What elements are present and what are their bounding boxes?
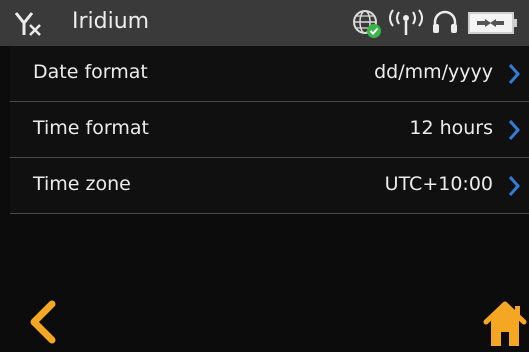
time-format-label: Time format — [33, 117, 149, 139]
signal-no-service-icon — [14, 12, 41, 36]
chevron-right-icon — [508, 176, 521, 196]
antenna-broadcast-icon — [389, 9, 423, 35]
home-button[interactable] — [482, 298, 528, 348]
back-button[interactable] — [24, 298, 60, 346]
date-format-value: dd/mm/yyyy — [374, 61, 493, 83]
chevron-right-icon — [508, 120, 521, 140]
globe-check-icon — [353, 10, 381, 38]
settings-list: Date format dd/mm/yyyy Time format 12 ho… — [10, 46, 529, 214]
time-zone-value: UTC+10:00 — [384, 173, 493, 195]
date-format-row[interactable]: Date format dd/mm/yyyy — [10, 46, 529, 102]
status-bar: Iridium — [0, 0, 529, 46]
time-zone-row[interactable]: Time zone UTC+10:00 — [10, 158, 529, 214]
time-format-value: 12 hours — [409, 117, 493, 139]
power-plug-icon — [468, 12, 517, 34]
headset-icon — [433, 10, 457, 33]
time-format-row[interactable]: Time format 12 hours — [10, 102, 529, 158]
chevron-right-icon — [508, 64, 521, 84]
time-zone-label: Time zone — [33, 173, 131, 195]
page-title: Iridium — [72, 9, 150, 34]
date-format-label: Date format — [33, 61, 148, 83]
